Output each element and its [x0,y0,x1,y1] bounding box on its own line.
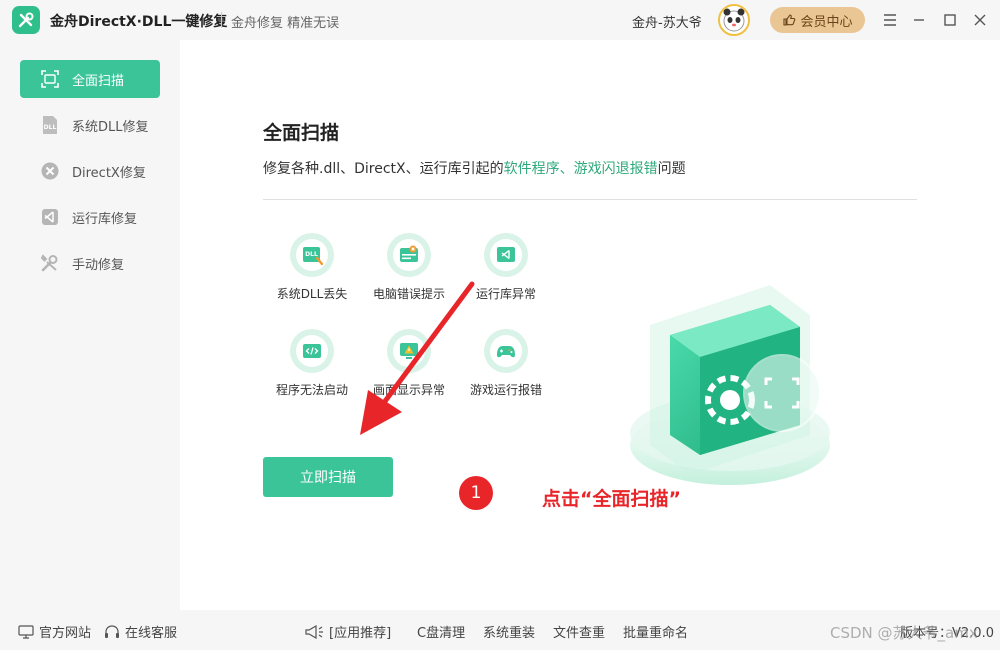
gear-scan-box-icon [630,285,830,485]
online-service-label: 在线客服 [125,626,178,641]
page-description: 修复各种.dll、DirectX、运行库引起的软件程序、游戏闪退报错问题 [263,158,686,178]
batch-rename-link[interactable]: 批量重命名 [623,622,688,641]
feature-label: 程序无法启动 [275,383,348,397]
monitor-icon [18,624,34,639]
title-bar: 金舟DirectX·DLL一键修复 金舟修复 精准无误 金舟-苏大爷 会员中心 [0,0,1000,40]
tools-icon [18,12,34,28]
app-slogan: 金舟修复 精准无误 [231,16,340,31]
vip-center-button[interactable]: 会员中心 [770,7,865,33]
code-window-icon [296,335,328,367]
runtime-icon [40,207,60,227]
sidebar-item-label: DirectX修复 [72,165,146,181]
error-window-icon [393,239,425,271]
dll-file-icon: DLL [296,239,328,271]
headset-icon [105,624,119,638]
bottom-bar: 官方网站 在线客服 [应用推荐] C盘清理 系统重装 文件查重 批量重命名 版本… [0,610,1000,650]
sidebar-item-label: 运行库修复 [72,211,138,227]
thumbs-up-icon [783,14,796,26]
menu-icon [884,14,896,26]
scan-icon [40,69,60,89]
description-prefix: 修复各种.dll、DirectX、运行库引起的 [263,161,504,177]
scan-now-button[interactable]: 立即扫描 [263,457,393,497]
megaphone-icon [305,624,323,639]
wrench-icon [40,253,60,273]
scan-illustration [620,265,840,505]
user-name[interactable]: 金舟-苏大爷 [632,12,702,31]
sidebar-item-label: 全面扫描 [72,73,125,89]
page-title: 全面扫描 [263,122,340,144]
minimize-button[interactable] [909,10,929,30]
sidebar-item-directx[interactable]: DirectX修复 [20,152,160,190]
app-title: 金舟DirectX·DLL一键修复 [50,14,228,30]
file-dedup-link[interactable]: 文件查重 [553,622,605,641]
dll-icon: DLL [40,115,60,135]
official-site-label: 官方网站 [39,626,92,641]
sidebar-item-manual-repair[interactable]: 手动修复 [20,244,160,282]
feature-system-dll-missing: DLL 系统DLL丢失 [264,233,360,302]
sidebar-item-system-dll[interactable]: DLL 系统DLL修复 [20,106,160,144]
description-suffix: 问题 [657,161,686,177]
svg-text:DLL: DLL [305,251,318,258]
main-panel: 全面扫描 修复各种.dll、DirectX、运行库引起的软件程序、游戏闪退报错问… [180,40,1000,610]
avatar[interactable] [718,4,750,36]
runtime-window-icon [490,239,522,271]
online-service-link[interactable]: 在线客服 [104,622,177,641]
panda-avatar-icon [723,8,745,32]
maximize-icon [944,14,956,26]
c-drive-cleanup-link[interactable]: C盘清理 [417,622,465,641]
feature-program-cannot-start: 程序无法启动 [264,329,360,398]
sidebar: 全面扫描 DLL 系统DLL修复 DirectX修复 运行库修复 手动修复 [0,40,180,610]
svg-text:DLL: DLL [44,124,57,131]
minimize-icon [914,19,924,21]
system-reinstall-link[interactable]: 系统重装 [483,622,535,641]
divider [263,199,917,200]
step-instruction: 点击“全面扫描” [542,488,681,510]
close-button[interactable] [970,10,990,30]
vip-center-label: 会员中心 [800,14,853,30]
gamepad-icon [490,335,522,367]
sidebar-item-label: 系统DLL修复 [72,119,149,135]
close-icon [974,14,986,26]
description-highlight: 软件程序、游戏闪退报错 [503,161,658,177]
feature-label: 系统DLL丢失 [276,287,348,301]
app-recommend-label: [应用推荐] [329,626,392,641]
menu-button[interactable] [880,10,900,30]
app-logo [12,6,40,34]
sidebar-item-full-scan[interactable]: 全面扫描 [20,60,160,98]
official-site-link[interactable]: 官方网站 [18,622,91,641]
directx-icon [40,161,60,181]
title-divider [221,12,222,28]
maximize-button[interactable] [940,10,960,30]
app-recommend-link[interactable]: [应用推荐] [304,622,391,641]
sidebar-item-runtime[interactable]: 运行库修复 [20,198,160,236]
watermark: CSDN @苏大爷_amx [830,624,978,642]
red-arrow-annotation [350,280,480,440]
step-number-badge: 1 [459,476,493,510]
sidebar-item-label: 手动修复 [72,257,125,273]
